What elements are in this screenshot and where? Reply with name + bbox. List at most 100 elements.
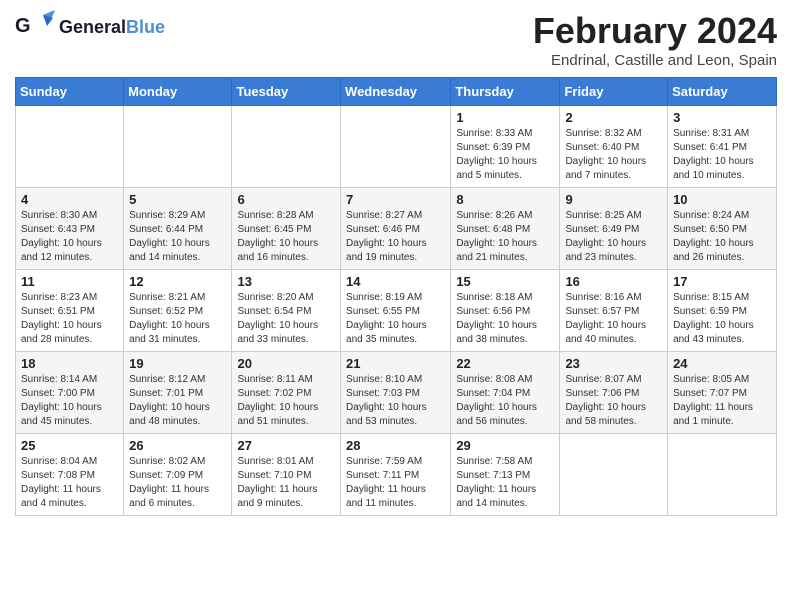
day-info: Sunrise: 8:02 AMSunset: 7:09 PMDaylight:… xyxy=(129,455,226,511)
weekday-header-wednesday: Wednesday xyxy=(341,78,451,106)
day-number: 25 xyxy=(21,438,118,453)
calendar-cell xyxy=(124,106,232,188)
calendar-cell: 2 Sunrise: 8:32 AMSunset: 6:40 PMDaylight… xyxy=(560,106,668,188)
day-info: Sunrise: 8:33 AMSunset: 6:39 PMDaylight:… xyxy=(456,127,554,183)
day-info: Sunrise: 8:08 AMSunset: 7:04 PMDaylight:… xyxy=(456,373,554,429)
day-info: Sunrise: 8:28 AMSunset: 6:45 PMDaylight:… xyxy=(237,209,335,265)
day-number: 19 xyxy=(129,356,226,371)
day-info: Sunrise: 8:31 AMSunset: 6:41 PMDaylight:… xyxy=(673,127,771,183)
weekday-header-tuesday: Tuesday xyxy=(232,78,341,106)
calendar-week-4: 25 Sunrise: 8:04 AMSunset: 7:08 PMDayligh… xyxy=(16,434,777,516)
day-number: 26 xyxy=(129,438,226,453)
calendar-cell: 25 Sunrise: 8:04 AMSunset: 7:08 PMDayligh… xyxy=(16,434,124,516)
calendar-week-3: 18 Sunrise: 8:14 AMSunset: 7:00 PMDayligh… xyxy=(16,352,777,434)
day-number: 16 xyxy=(565,274,662,289)
page-header: G GeneralBlue February 2024 Endrinal, Ca… xyxy=(15,10,777,69)
day-number: 15 xyxy=(456,274,554,289)
title-area: February 2024 Endrinal, Castille and Leo… xyxy=(533,10,777,69)
day-info: Sunrise: 8:20 AMSunset: 6:54 PMDaylight:… xyxy=(237,291,335,347)
day-number: 22 xyxy=(456,356,554,371)
weekday-header-thursday: Thursday xyxy=(451,78,560,106)
calendar-cell: 27 Sunrise: 8:01 AMSunset: 7:10 PMDayligh… xyxy=(232,434,341,516)
calendar-cell: 29 Sunrise: 7:58 AMSunset: 7:13 PMDayligh… xyxy=(451,434,560,516)
day-number: 6 xyxy=(237,192,335,207)
calendar-cell xyxy=(560,434,668,516)
day-info: Sunrise: 8:11 AMSunset: 7:02 PMDaylight:… xyxy=(237,373,335,429)
logo-text: GeneralBlue xyxy=(59,18,165,38)
day-info: Sunrise: 8:12 AMSunset: 7:01 PMDaylight:… xyxy=(129,373,226,429)
logo: G GeneralBlue xyxy=(15,10,165,45)
calendar-cell: 14 Sunrise: 8:19 AMSunset: 6:55 PMDayligh… xyxy=(341,270,451,352)
calendar-cell: 9 Sunrise: 8:25 AMSunset: 6:49 PMDaylight… xyxy=(560,188,668,270)
day-number: 1 xyxy=(456,110,554,125)
day-info: Sunrise: 8:25 AMSunset: 6:49 PMDaylight:… xyxy=(565,209,662,265)
day-number: 20 xyxy=(237,356,335,371)
day-number: 2 xyxy=(565,110,662,125)
calendar-cell: 19 Sunrise: 8:12 AMSunset: 7:01 PMDayligh… xyxy=(124,352,232,434)
day-info: Sunrise: 8:29 AMSunset: 6:44 PMDaylight:… xyxy=(129,209,226,265)
day-number: 21 xyxy=(346,356,445,371)
day-number: 27 xyxy=(237,438,335,453)
day-number: 7 xyxy=(346,192,445,207)
calendar-cell: 4 Sunrise: 8:30 AMSunset: 6:43 PMDaylight… xyxy=(16,188,124,270)
day-info: Sunrise: 8:15 AMSunset: 6:59 PMDaylight:… xyxy=(673,291,771,347)
day-info: Sunrise: 8:19 AMSunset: 6:55 PMDaylight:… xyxy=(346,291,445,347)
calendar-cell: 26 Sunrise: 8:02 AMSunset: 7:09 PMDayligh… xyxy=(124,434,232,516)
day-info: Sunrise: 8:01 AMSunset: 7:10 PMDaylight:… xyxy=(237,455,335,511)
calendar-cell: 21 Sunrise: 8:10 AMSunset: 7:03 PMDayligh… xyxy=(341,352,451,434)
day-number: 24 xyxy=(673,356,771,371)
day-info: Sunrise: 7:58 AMSunset: 7:13 PMDaylight:… xyxy=(456,455,554,511)
day-number: 23 xyxy=(565,356,662,371)
calendar-cell: 6 Sunrise: 8:28 AMSunset: 6:45 PMDaylight… xyxy=(232,188,341,270)
day-info: Sunrise: 8:07 AMSunset: 7:06 PMDaylight:… xyxy=(565,373,662,429)
weekday-header-row: SundayMondayTuesdayWednesdayThursdayFrid… xyxy=(16,78,777,106)
day-number: 12 xyxy=(129,274,226,289)
calendar-cell: 22 Sunrise: 8:08 AMSunset: 7:04 PMDayligh… xyxy=(451,352,560,434)
day-number: 18 xyxy=(21,356,118,371)
day-info: Sunrise: 8:21 AMSunset: 6:52 PMDaylight:… xyxy=(129,291,226,347)
calendar-cell: 3 Sunrise: 8:31 AMSunset: 6:41 PMDaylight… xyxy=(668,106,777,188)
calendar-cell xyxy=(668,434,777,516)
day-number: 14 xyxy=(346,274,445,289)
calendar-cell: 20 Sunrise: 8:11 AMSunset: 7:02 PMDayligh… xyxy=(232,352,341,434)
month-title: February 2024 xyxy=(533,10,777,52)
day-number: 29 xyxy=(456,438,554,453)
day-number: 8 xyxy=(456,192,554,207)
weekday-header-friday: Friday xyxy=(560,78,668,106)
calendar-cell: 23 Sunrise: 8:07 AMSunset: 7:06 PMDayligh… xyxy=(560,352,668,434)
day-number: 11 xyxy=(21,274,118,289)
weekday-header-sunday: Sunday xyxy=(16,78,124,106)
day-info: Sunrise: 8:23 AMSunset: 6:51 PMDaylight:… xyxy=(21,291,118,347)
calendar-table: SundayMondayTuesdayWednesdayThursdayFrid… xyxy=(15,77,777,516)
day-number: 5 xyxy=(129,192,226,207)
calendar-cell: 28Sunrise: 7:59 AMSunset: 7:11 PMDayligh… xyxy=(341,434,451,516)
calendar-cell: 1 Sunrise: 8:33 AMSunset: 6:39 PMDaylight… xyxy=(451,106,560,188)
calendar-cell xyxy=(16,106,124,188)
calendar-week-2: 11 Sunrise: 8:23 AMSunset: 6:51 PMDayligh… xyxy=(16,270,777,352)
day-number: 3 xyxy=(673,110,771,125)
calendar-cell: 8 Sunrise: 8:26 AMSunset: 6:48 PMDaylight… xyxy=(451,188,560,270)
calendar-cell: 10Sunrise: 8:24 AMSunset: 6:50 PMDayligh… xyxy=(668,188,777,270)
calendar-cell: 17 Sunrise: 8:15 AMSunset: 6:59 PMDayligh… xyxy=(668,270,777,352)
day-info: Sunrise: 7:59 AMSunset: 7:11 PMDaylight:… xyxy=(346,455,445,511)
calendar-cell xyxy=(232,106,341,188)
calendar-week-1: 4 Sunrise: 8:30 AMSunset: 6:43 PMDaylight… xyxy=(16,188,777,270)
day-info: Sunrise: 8:10 AMSunset: 7:03 PMDaylight:… xyxy=(346,373,445,429)
weekday-header-monday: Monday xyxy=(124,78,232,106)
calendar-cell: 5 Sunrise: 8:29 AMSunset: 6:44 PMDaylight… xyxy=(124,188,232,270)
day-info: Sunrise: 8:26 AMSunset: 6:48 PMDaylight:… xyxy=(456,209,554,265)
day-number: 17 xyxy=(673,274,771,289)
day-info: Sunrise: 8:16 AMSunset: 6:57 PMDaylight:… xyxy=(565,291,662,347)
calendar-cell: 18 Sunrise: 8:14 AMSunset: 7:00 PMDayligh… xyxy=(16,352,124,434)
calendar-cell: 7 Sunrise: 8:27 AMSunset: 6:46 PMDaylight… xyxy=(341,188,451,270)
day-info: Sunrise: 8:04 AMSunset: 7:08 PMDaylight:… xyxy=(21,455,118,511)
calendar-week-0: 1 Sunrise: 8:33 AMSunset: 6:39 PMDaylight… xyxy=(16,106,777,188)
day-number: 9 xyxy=(565,192,662,207)
day-info: Sunrise: 8:24 AMSunset: 6:50 PMDaylight:… xyxy=(673,209,771,265)
day-info: Sunrise: 8:32 AMSunset: 6:40 PMDaylight:… xyxy=(565,127,662,183)
day-info: Sunrise: 8:27 AMSunset: 6:46 PMDaylight:… xyxy=(346,209,445,265)
calendar-cell: 15Sunrise: 8:18 AMSunset: 6:56 PMDayligh… xyxy=(451,270,560,352)
day-info: Sunrise: 8:14 AMSunset: 7:00 PMDaylight:… xyxy=(21,373,118,429)
day-info: Sunrise: 8:30 AMSunset: 6:43 PMDaylight:… xyxy=(21,209,118,265)
day-number: 4 xyxy=(21,192,118,207)
